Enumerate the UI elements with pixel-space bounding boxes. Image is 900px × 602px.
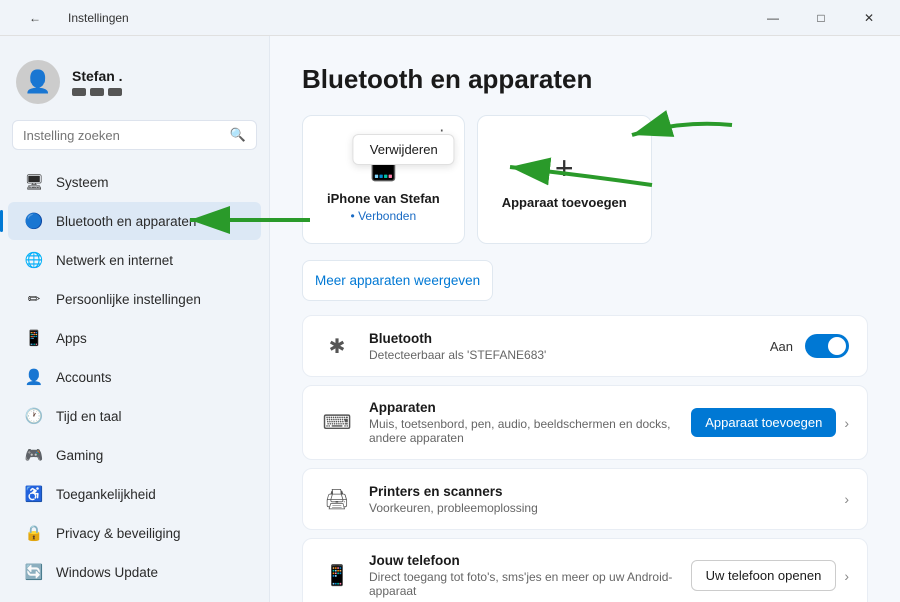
- sidebar-item-systeem[interactable]: 🖥 Systeem: [8, 163, 261, 201]
- add-plus-icon: +: [555, 150, 574, 187]
- settings-icon-apparaten: ⌨: [321, 407, 353, 439]
- nav-icon-apps: 📱: [24, 328, 44, 348]
- minimize-button[interactable]: —: [750, 2, 796, 34]
- user-dots: [72, 88, 123, 96]
- sidebar-item-tijd[interactable]: 🕐 Tijd en taal: [8, 397, 261, 435]
- sidebar-item-toegankelijkheid[interactable]: ♿ Toegankelijkheid: [8, 475, 261, 513]
- sidebar-item-windows[interactable]: 🔄 Windows Update: [8, 553, 261, 591]
- search-input[interactable]: [23, 128, 222, 143]
- settings-list: ✱ Bluetooth Detecteerbaar als 'STEFANE68…: [302, 315, 868, 602]
- settings-action-printers: ›: [844, 491, 849, 507]
- back-button[interactable]: ←: [12, 2, 58, 34]
- settings-item-telefoon[interactable]: 📱 Jouw telefoon Direct toegang tot foto'…: [302, 538, 868, 602]
- settings-title-bluetooth: Bluetooth: [369, 331, 754, 346]
- settings-desc-telefoon: Direct toegang tot foto's, sms'jes en me…: [369, 570, 675, 598]
- nav-label-windows: Windows Update: [56, 565, 158, 580]
- devices-row: ⋮ Verwijderen 📱 iPhone van Stefan Verbon…: [302, 115, 868, 244]
- nav-icon-netwerk: 🌐: [24, 250, 44, 270]
- nav-label-privacy: Privacy & beveiliging: [56, 526, 181, 541]
- sidebar-item-apps[interactable]: 📱 Apps: [8, 319, 261, 357]
- verwijderen-popup[interactable]: Verwijderen: [353, 134, 455, 165]
- action-btn2-telefoon[interactable]: Uw telefoon openen: [691, 560, 837, 591]
- sidebar-item-privacy[interactable]: 🔒 Privacy & beveiliging: [8, 514, 261, 552]
- nav-icon-accounts: 👤: [24, 367, 44, 387]
- user-name: Stefan .: [72, 68, 123, 84]
- nav-label-netwerk: Netwerk en internet: [56, 253, 173, 268]
- nav-icon-toegankelijkheid: ♿: [24, 484, 44, 504]
- nav-icon-windows: 🔄: [24, 562, 44, 582]
- sidebar: 👤 Stefan . 🔍 🖥 Systeem 🔵 Bluetooth en ap…: [0, 36, 270, 602]
- settings-action-telefoon: Uw telefoon openen ›: [691, 560, 849, 591]
- maximize-button[interactable]: □: [798, 2, 844, 34]
- settings-desc-apparaten: Muis, toetsenbord, pen, audio, beeldsche…: [369, 417, 675, 445]
- toggle-label-bluetooth: Aan: [770, 339, 793, 354]
- settings-item-printers[interactable]: 🖨 Printers en scanners Voorkeuren, probl…: [302, 468, 868, 530]
- search-box[interactable]: 🔍: [12, 120, 257, 150]
- nav-icon-persoonlijk: ✏: [24, 289, 44, 309]
- nav-list: 🖥 Systeem 🔵 Bluetooth en apparaten 🌐 Net…: [0, 162, 269, 592]
- nav-label-apps: Apps: [56, 331, 87, 346]
- page-title: Bluetooth en apparaten: [302, 64, 868, 95]
- nav-label-systeem: Systeem: [56, 175, 109, 190]
- settings-title-printers: Printers en scanners: [369, 484, 828, 499]
- app-body: 👤 Stefan . 🔍 🖥 Systeem 🔵 Bluetooth en ap…: [0, 36, 900, 602]
- nav-label-toegankelijkheid: Toegankelijkheid: [56, 487, 156, 502]
- nav-label-bluetooth: Bluetooth en apparaten: [56, 214, 196, 229]
- settings-icon-printers: 🖨: [321, 483, 353, 515]
- sidebar-item-netwerk[interactable]: 🌐 Netwerk en internet: [8, 241, 261, 279]
- user-info: Stefan .: [72, 68, 123, 96]
- nav-label-tijd: Tijd en taal: [56, 409, 122, 424]
- sidebar-item-bluetooth[interactable]: 🔵 Bluetooth en apparaten: [8, 202, 261, 240]
- settings-title-telefoon: Jouw telefoon: [369, 553, 675, 568]
- sidebar-item-persoonlijk[interactable]: ✏ Persoonlijke instellingen: [8, 280, 261, 318]
- chevron-icon-printers: ›: [844, 491, 849, 507]
- add-device-label: Apparaat toevoegen: [502, 195, 627, 210]
- avatar: 👤: [16, 60, 60, 104]
- user-profile: 👤 Stefan .: [0, 52, 269, 120]
- device-card-iphone[interactable]: ⋮ Verwijderen 📱 iPhone van Stefan Verbon…: [302, 115, 465, 244]
- settings-item-apparaten[interactable]: ⌨ Apparaten Muis, toetsenbord, pen, audi…: [302, 385, 868, 460]
- titlebar: ← Instellingen — □ ✕: [0, 0, 900, 36]
- nav-icon-systeem: 🖥: [24, 172, 44, 192]
- main-content: Bluetooth en apparaten ⋮ Verwijderen 📱 i…: [270, 36, 900, 602]
- settings-item-bluetooth[interactable]: ✱ Bluetooth Detecteerbaar als 'STEFANE68…: [302, 315, 868, 377]
- sidebar-item-accounts[interactable]: 👤 Accounts: [8, 358, 261, 396]
- devices-section: ⋮ Verwijderen 📱 iPhone van Stefan Verbon…: [302, 115, 868, 301]
- chevron-icon-apparaten: ›: [844, 415, 849, 431]
- meer-apparaten-button[interactable]: Meer apparaten weergeven: [302, 260, 493, 301]
- close-button[interactable]: ✕: [846, 2, 892, 34]
- toggle-bluetooth[interactable]: [805, 334, 849, 358]
- device-status: Verbonden: [351, 209, 417, 223]
- device-name: iPhone van Stefan: [327, 191, 440, 206]
- nav-icon-gaming: 🎮: [24, 445, 44, 465]
- nav-icon-tijd: 🕐: [24, 406, 44, 426]
- settings-desc-printers: Voorkeuren, probleemoplossing: [369, 501, 828, 515]
- action-btn-apparaten[interactable]: Apparaat toevoegen: [691, 408, 836, 437]
- nav-icon-privacy: 🔒: [24, 523, 44, 543]
- nav-icon-bluetooth: 🔵: [24, 211, 44, 231]
- titlebar-controls: — □ ✕: [750, 2, 892, 34]
- chevron-icon-telefoon: ›: [844, 568, 849, 584]
- add-device-card[interactable]: + Apparaat toevoegen: [477, 115, 652, 244]
- nav-label-gaming: Gaming: [56, 448, 103, 463]
- titlebar-left: ← Instellingen: [12, 2, 129, 34]
- settings-action-bluetooth: Aan: [770, 334, 849, 358]
- settings-action-apparaten: Apparaat toevoegen ›: [691, 408, 849, 437]
- settings-desc-bluetooth: Detecteerbaar als 'STEFANE683': [369, 348, 754, 362]
- settings-icon-bluetooth: ✱: [321, 330, 353, 362]
- sidebar-item-gaming[interactable]: 🎮 Gaming: [8, 436, 261, 474]
- search-icon: 🔍: [230, 127, 246, 143]
- settings-icon-telefoon: 📱: [321, 560, 353, 592]
- nav-label-persoonlijk: Persoonlijke instellingen: [56, 292, 201, 307]
- titlebar-title: Instellingen: [68, 11, 129, 25]
- nav-label-accounts: Accounts: [56, 370, 112, 385]
- settings-title-apparaten: Apparaten: [369, 400, 675, 415]
